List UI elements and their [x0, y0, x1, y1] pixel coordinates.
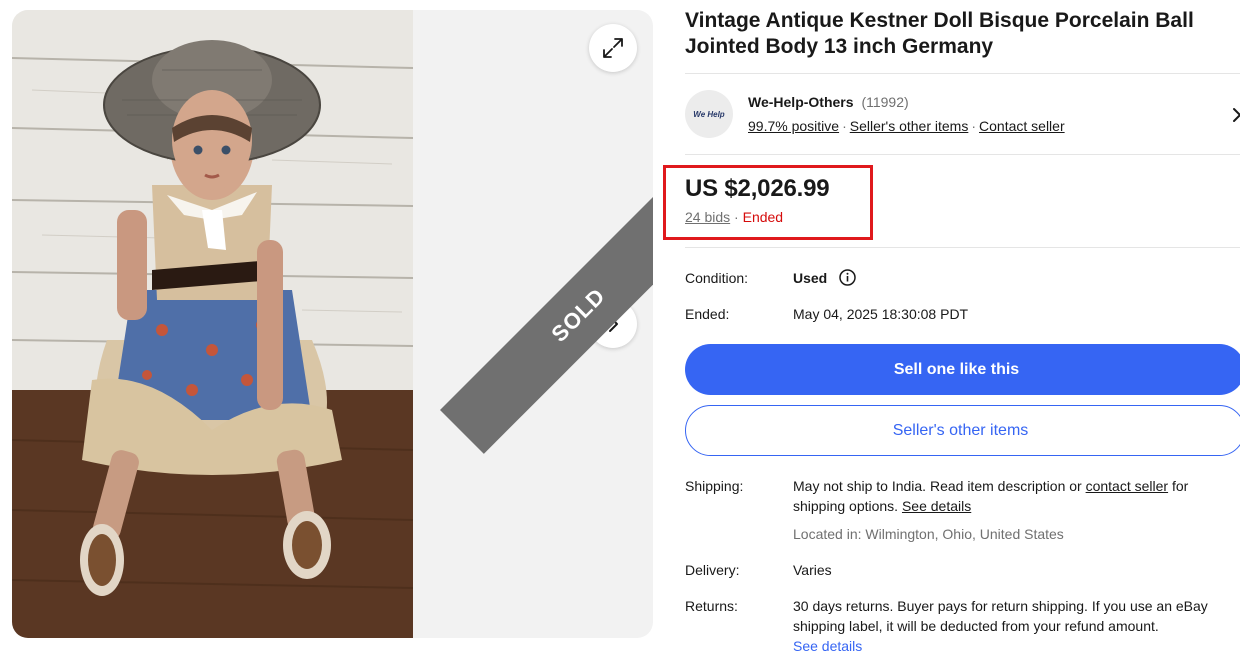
info-icon[interactable]: [839, 269, 856, 287]
returns-see-details-link[interactable]: See details: [793, 638, 862, 653]
ended-value: May 04, 2025 18:30:08 PDT: [793, 306, 969, 322]
sell-one-like-this-label: Sell one like this: [893, 360, 1020, 378]
contact-seller-link[interactable]: Contact seller: [979, 118, 1065, 134]
condition-label: Condition:: [685, 270, 749, 286]
condition-value: Used: [793, 270, 828, 286]
sellers-other-items-label: Seller's other items: [892, 421, 1029, 439]
item-details-panel: Vintage Antique Kestner Doll Bisque Porc…: [663, 0, 1240, 653]
separator-dot: ·: [842, 118, 847, 134]
seller-feedback-count: (11992): [861, 94, 909, 110]
seller-name-line: We-Help-Others (11992): [748, 94, 909, 110]
bids-status-line: 24 bids · Ended: [685, 209, 783, 225]
chevron-right-icon[interactable]: [1231, 106, 1240, 124]
sold-banner: SOLD: [440, 176, 653, 454]
condition-value-line: Used: [793, 268, 856, 288]
seller-logo-text: We Help: [693, 109, 725, 119]
seller-links: 99.7% positive · Seller's other items · Cont…: [748, 118, 1065, 134]
shipping-text: May not ship to India. Read item descrip…: [793, 478, 1082, 494]
shipping-see-details-link[interactable]: See details: [902, 498, 971, 514]
divider: [685, 247, 1240, 248]
returns-text: 30 days returns. Buyer pays for return s…: [793, 598, 1208, 634]
returns-value: 30 days returns. Buyer pays for return s…: [793, 596, 1238, 653]
separator-dot: ·: [971, 118, 977, 134]
bids-link[interactable]: 24 bids: [685, 209, 730, 225]
seller-other-items-link[interactable]: Seller's other items: [850, 118, 969, 134]
shipping-text-for: for: [1171, 478, 1189, 494]
image-gallery: SOLD: [12, 10, 653, 638]
returns-label: Returns:: [685, 598, 738, 614]
delivery-value: Varies: [793, 562, 832, 578]
item-location: Located in: Wilmington, Ohio, United Sta…: [793, 526, 1064, 542]
expand-icon: [603, 38, 623, 58]
fullscreen-button[interactable]: [589, 24, 637, 72]
seller-card: We Help We-Help-Others (11992) 99.7% pos…: [685, 88, 1240, 144]
ended-label: Ended:: [685, 306, 730, 322]
product-photo[interactable]: [12, 10, 413, 638]
shipping-text-options: shipping options.: [793, 498, 899, 514]
item-title: Vintage Antique Kestner Doll Bisque Porc…: [685, 9, 1194, 58]
listing-status: Ended: [742, 209, 784, 225]
doll-image: [12, 10, 413, 638]
shipping-label: Shipping:: [685, 478, 744, 494]
shipping-value: May not ship to India. Read item descrip…: [793, 476, 1238, 516]
sell-one-like-this-button[interactable]: Sell one like this: [685, 344, 1240, 395]
divider: [685, 73, 1240, 74]
item-price: US $2,026.99: [685, 175, 830, 202]
contact-seller-shipping-link[interactable]: contact seller: [1086, 478, 1168, 494]
delivery-label: Delivery:: [685, 562, 740, 578]
sellers-other-items-button[interactable]: Seller's other items: [685, 405, 1240, 456]
separator-dot: ·: [734, 209, 739, 225]
seller-name[interactable]: We-Help-Others: [748, 94, 854, 110]
seller-positive-link[interactable]: 99.7% positive: [748, 118, 839, 134]
divider: [685, 154, 1240, 155]
seller-logo[interactable]: We Help: [685, 90, 733, 138]
